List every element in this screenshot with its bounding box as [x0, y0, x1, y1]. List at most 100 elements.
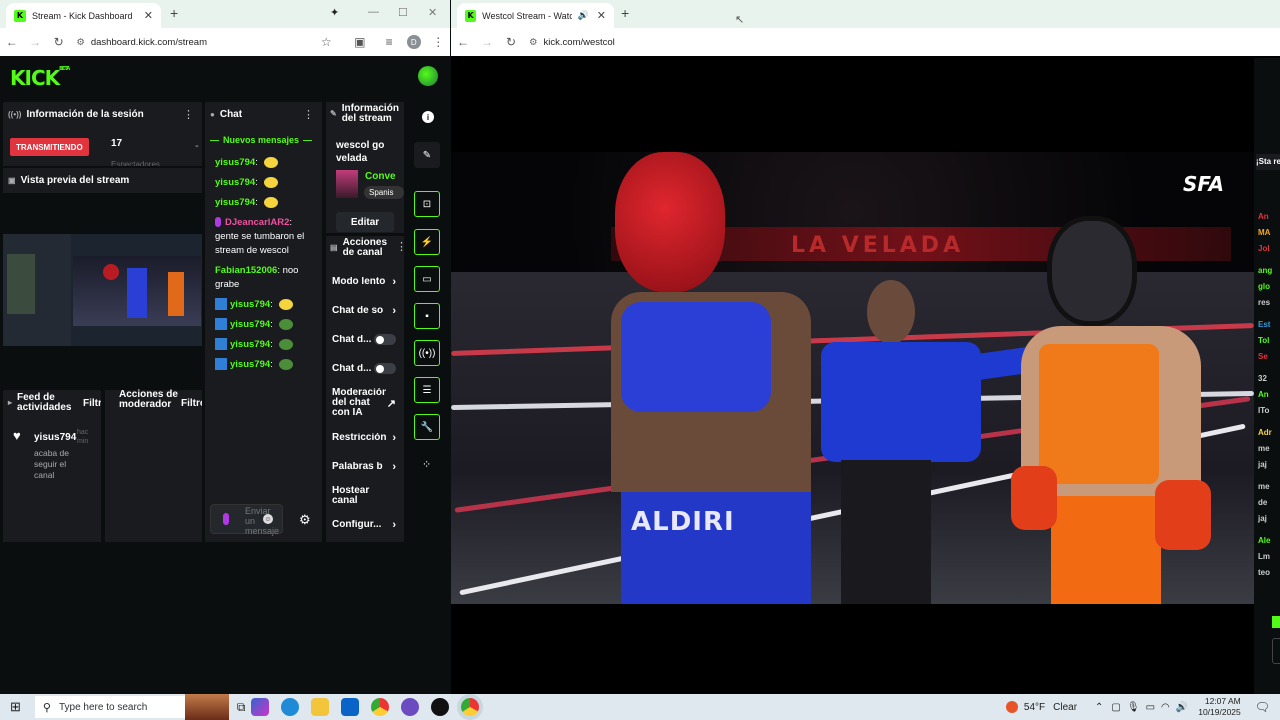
- more-actions-icon[interactable]: ⁘: [422, 458, 431, 471]
- chrome-icon[interactable]: [371, 698, 390, 716]
- channel-action-item[interactable]: Chat de so ›: [332, 296, 404, 325]
- category-link[interactable]: Conve: [365, 171, 404, 182]
- back-icon[interactable]: ←: [0, 35, 23, 49]
- broadcast-signal-icon[interactable]: ((•)): [414, 340, 440, 366]
- chat-username[interactable]: yisus794: [230, 359, 270, 370]
- new-tab-right-icon[interactable]: +: [621, 5, 629, 21]
- edit-stream-button[interactable]: Editar: [336, 212, 394, 232]
- toggle-switch[interactable]: [374, 363, 396, 374]
- url-field[interactable]: ⚙ dashboard.kick.com/stream: [70, 32, 314, 52]
- channel-action-item[interactable]: Hostear canal: [332, 481, 404, 510]
- kebab-menu-icon[interactable]: ⋮: [427, 35, 450, 49]
- chat-username[interactable]: yisus794: [230, 319, 270, 330]
- activity-filter-button[interactable]: Filtro: [83, 398, 101, 409]
- clock[interactable]: 12:07 AM 10/19/2025: [1198, 696, 1241, 718]
- volume-icon[interactable]: 🔊: [1176, 702, 1188, 713]
- chat-username[interactable]: yisus794: [230, 299, 270, 310]
- close-tab-icon[interactable]: ✕: [144, 9, 153, 22]
- edge-browser-icon[interactable]: [281, 698, 300, 716]
- reload-right-icon[interactable]: ↻: [499, 35, 523, 49]
- side-chat-line: res: [1258, 298, 1271, 307]
- tab-dashboard[interactable]: K Stream - Kick Dashboard ✕: [6, 3, 161, 28]
- site-info-right-icon[interactable]: ⚙: [529, 37, 538, 48]
- battery-icon[interactable]: ▭: [1146, 702, 1155, 713]
- message-icon[interactable]: ▪: [414, 303, 440, 329]
- chrome-active-icon[interactable]: [461, 698, 480, 716]
- bookmark-star-icon[interactable]: ☆: [315, 35, 338, 49]
- chat-options-icon[interactable]: ⋮: [303, 108, 314, 121]
- layout-icon[interactable]: ☰: [414, 377, 440, 403]
- outlook-icon[interactable]: [341, 698, 360, 716]
- pin-icon[interactable]: ✦: [330, 6, 339, 19]
- tab-westcol[interactable]: K Westcol Stream - Watch Liv 🔊 ✕: [457, 3, 614, 28]
- chat-username[interactable]: Fabian152006: [215, 265, 277, 276]
- lightning-icon[interactable]: ⚡: [414, 229, 440, 255]
- channel-action-item[interactable]: Palabras b ›: [332, 452, 404, 481]
- minimize-icon[interactable]: —: [368, 6, 379, 18]
- forward-right-icon[interactable]: →: [475, 35, 499, 49]
- toggle-switch[interactable]: [374, 334, 396, 345]
- channel-action-label: Hostear canal: [332, 485, 370, 506]
- chat-username[interactable]: DJeancarlAR2: [225, 217, 289, 228]
- taskbar-search-box[interactable]: ⚲ Type here to search: [34, 694, 229, 720]
- chat-username[interactable]: yisus794: [215, 157, 255, 168]
- discord-icon[interactable]: [401, 698, 420, 716]
- document-icon[interactable]: ▭: [414, 266, 440, 292]
- forward-icon[interactable]: →: [23, 35, 46, 49]
- task-view-icon[interactable]: ⧉: [237, 700, 246, 715]
- reload-icon[interactable]: ↻: [47, 35, 70, 49]
- kick-logo[interactable]: KICKBETA: [10, 66, 70, 90]
- tray-window-icon[interactable]: ▢: [1111, 702, 1120, 713]
- wrench-icon[interactable]: 🔧: [414, 414, 440, 440]
- notifications-icon[interactable]: 🗨: [1255, 700, 1270, 714]
- channel-action-item[interactable]: Configur... ›: [332, 510, 404, 539]
- close-tab-right-icon[interactable]: ✕: [597, 9, 606, 22]
- new-tab-icon[interactable]: +: [170, 5, 178, 21]
- channel-action-item[interactable]: Restricción ›: [332, 423, 404, 452]
- site-info-icon[interactable]: ⚙: [76, 37, 85, 48]
- emoji-icon[interactable]: ☺: [263, 514, 273, 524]
- info-icon[interactable]: i: [422, 111, 434, 123]
- screen-cast-icon[interactable]: ▣: [348, 35, 371, 49]
- channel-action-item[interactable]: Chat d...: [332, 354, 404, 383]
- obs-icon[interactable]: [431, 698, 450, 716]
- weather-icon[interactable]: [1005, 701, 1018, 713]
- channel-action-item[interactable]: Modo lento ›: [332, 267, 404, 296]
- channel-actions-options-icon[interactable]: ⋮: [396, 240, 407, 253]
- windows-start-icon[interactable]: ⊞: [10, 699, 21, 715]
- clip-icon[interactable]: ⊡: [414, 191, 440, 217]
- moderator-actions-title: Acciones de moderador: [119, 389, 178, 410]
- copilot-icon[interactable]: [251, 698, 270, 716]
- activity-username[interactable]: yisus794: [34, 432, 76, 443]
- temperature-text[interactable]: 54°F: [1024, 702, 1045, 713]
- session-options-icon[interactable]: ⋮: [183, 108, 194, 121]
- edit-pencil-icon[interactable]: ✎: [414, 142, 440, 168]
- channel-action-item[interactable]: Moderación del chat con IA ↗: [332, 383, 404, 423]
- speaker-icon[interactable]: 🔊: [578, 10, 589, 21]
- channel-action-item[interactable]: Chat d...: [332, 325, 404, 354]
- microphone-tray-icon[interactable]: 🎙: [1127, 702, 1140, 713]
- maximize-icon[interactable]: ☐: [398, 6, 408, 19]
- back-right-icon[interactable]: ←: [451, 35, 475, 49]
- stream-preview-thumbnail[interactable]: [3, 234, 202, 346]
- network-icon[interactable]: ◠: [1161, 702, 1170, 713]
- media-controls-icon[interactable]: ≡: [377, 35, 400, 49]
- channel-avatar[interactable]: [418, 66, 438, 86]
- chat-username[interactable]: yisus794: [230, 339, 270, 350]
- close-window-icon[interactable]: ✕: [428, 6, 437, 19]
- chat-settings-gear-icon[interactable]: ⚙: [299, 512, 311, 528]
- weather-text[interactable]: Clear: [1053, 702, 1077, 713]
- side-chat-input[interactable]: [1272, 638, 1280, 664]
- chat-username[interactable]: yisus794: [215, 177, 255, 188]
- file-explorer-icon[interactable]: [311, 698, 330, 716]
- url-field-right[interactable]: ⚙ kick.com/westcol: [523, 32, 615, 52]
- microphone-icon[interactable]: [223, 513, 229, 525]
- video-player[interactable]: LA VELADA SFA ALDIRI: [451, 152, 1254, 604]
- tray-chevron-icon[interactable]: ⌃: [1095, 702, 1103, 713]
- mod-filter-button[interactable]: Filtro: [181, 398, 202, 409]
- side-chat-button[interactable]: [1272, 616, 1280, 628]
- external-link-icon[interactable]: ↗: [387, 397, 396, 410]
- profile-avatar[interactable]: D: [406, 35, 421, 49]
- chat-input[interactable]: Enviar un mensaje ☺: [210, 504, 283, 536]
- chat-username[interactable]: yisus794: [215, 197, 255, 208]
